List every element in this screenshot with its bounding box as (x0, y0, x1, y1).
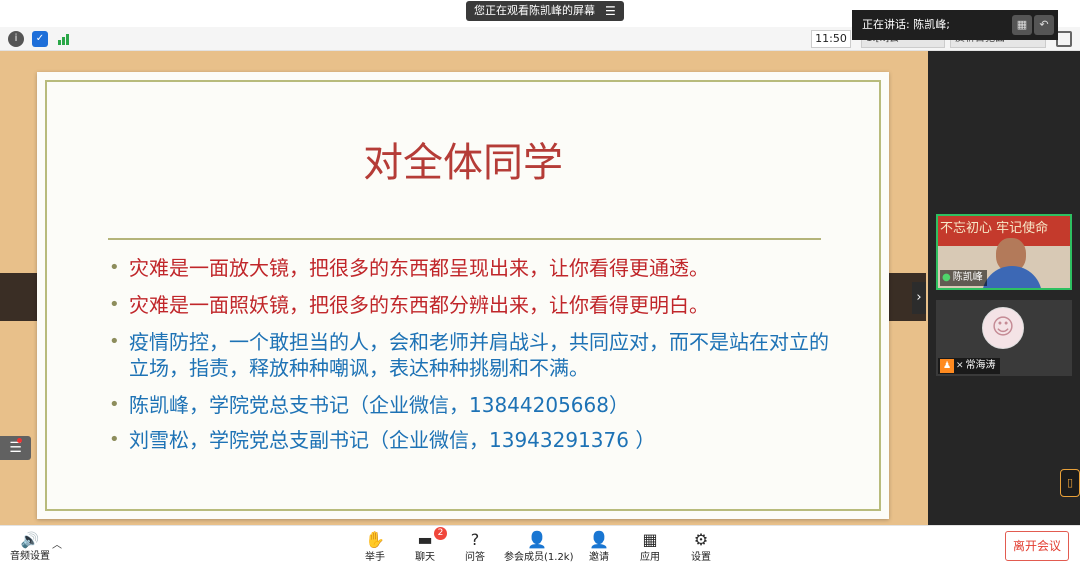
audio-settings-label: 音频设置 (10, 551, 50, 562)
settings-label: 设置 (691, 552, 711, 563)
slide-bullet-list: • 灾难是一面放大镜，把很多的东西都呈现出来，让你看得更通透。 • 灾难是一面照妖镜… (109, 255, 829, 464)
participant-name-tag: ♟ ✕ 常海涛 (938, 358, 1000, 374)
bullet-text: 灾难是一面放大镜，把很多的东西都呈现出来，让你看得更通透。 (129, 256, 709, 280)
bullet-dot-icon: • (109, 429, 120, 450)
participant-name: 常海涛 (965, 360, 996, 371)
chat-label: 聊天 (415, 552, 435, 563)
menu-icon[interactable]: ☰ (605, 1, 616, 21)
bullet-item: • 灾难是一面照妖镜，把很多的东西都分辨出来，让你看得更明白。 (109, 292, 829, 318)
lock-icon[interactable]: ▯ (1060, 469, 1080, 497)
avatar: ☺ (982, 307, 1024, 349)
slide-title: 对全体同学 (363, 140, 563, 186)
members-button[interactable]: 👤 参会成员(1.2k) (504, 529, 574, 565)
apps-button[interactable]: ▦ 应用 (634, 529, 666, 565)
video-tile-active-speaker[interactable]: 不忘初心 牢记使命 ● 陈凯峰 (936, 214, 1072, 290)
gear-icon: ⚙ (693, 530, 709, 549)
person-icon: 👤 (527, 530, 547, 549)
grid-view-icon[interactable]: ▦ (1012, 15, 1032, 35)
list-icon[interactable]: ☰ (0, 436, 31, 460)
active-speaker-box: 正在讲话: 陈凯峰; ▦ ↶ (852, 10, 1058, 40)
screen-share-notice-label: 您正在观看陈凯峰的屏幕 (474, 4, 595, 17)
bullet-item: • 疫情防控，一个敢担当的人，会和老师并肩战斗，共同应对，而不是站在对立的立场，指… (109, 329, 829, 381)
chat-button[interactable]: ▬ 2 聊天 (409, 527, 447, 565)
bullet-text: 灾难是一面照妖镜，把很多的东西都分辨出来，让你看得更明白。 (129, 293, 709, 317)
bullet-text: 刘雪松，学院党总支副书记（企业微信，13943291376 ） (129, 428, 656, 452)
bullet-text: 陈凯峰，学院党总支书记（企业微信，13844205668） (129, 393, 629, 417)
speaker-box-controls: ▦ ↶ (1012, 15, 1054, 35)
invite-label: 邀请 (589, 552, 609, 563)
presentation-slide: 对全体同学 • 灾难是一面放大镜，把很多的东西都呈现出来，让你看得更通透。 • 灾难… (37, 72, 889, 519)
person-icon: ♟ (940, 359, 954, 373)
meeting-window: 您正在观看陈凯峰的屏幕 ☰ 正在讲话: 陈凯峰; ▦ ↶ i ✓ 11:50 1… (0, 0, 1080, 570)
notification-dot (17, 438, 22, 443)
participant-video-panel: 不忘初心 牢记使命 ● 陈凯峰 ☺ ♟ ✕ 常海涛 ▯ (928, 51, 1080, 525)
bullet-dot-icon: • (109, 394, 120, 415)
shield-icon[interactable]: ✓ (32, 31, 48, 47)
audio-settings-button[interactable]: 🔊 音频设置 (8, 530, 52, 564)
chevron-right-icon[interactable]: › (912, 282, 926, 314)
microphone-icon: ● (942, 272, 951, 283)
signal-strength-icon[interactable] (56, 31, 72, 47)
bullet-item: • 刘雪松，学院党总支副书记（企业微信，13943291376 ） (109, 427, 829, 453)
participant-name: 陈凯峰 (952, 272, 983, 283)
chat-unread-badge: 2 (434, 527, 447, 540)
info-icon[interactable]: i (8, 31, 24, 47)
shared-screen-area: 对全体同学 • 灾难是一面放大镜，把很多的东西都呈现出来，让你看得更通透。 • 灾难… (0, 51, 928, 525)
active-speaker-label: 正在讲话: 陈凯峰; (862, 18, 950, 31)
invite-button[interactable]: 👤 邀请 (583, 529, 615, 565)
muted-microphone-icon: ✕ (956, 361, 964, 371)
chat-bubble-icon: ▬ 2 (409, 527, 447, 551)
apps-grid-icon: ▦ (642, 530, 658, 549)
screen-share-notice[interactable]: 您正在观看陈凯峰的屏幕 ☰ (466, 1, 624, 21)
bullet-item: • 陈凯峰，学院党总支书记（企业微信，13844205668） (109, 392, 829, 418)
question-icon: ? (470, 530, 480, 549)
meeting-clock: 11:50 (811, 30, 851, 48)
hand-icon: ✋ (365, 530, 385, 549)
add-user-icon: 👤 (589, 530, 609, 549)
qa-button[interactable]: ? 问答 (459, 529, 491, 565)
raise-hand-button[interactable]: ✋ 举手 (359, 529, 391, 565)
participant-name-tag: ● 陈凯峰 (940, 270, 987, 286)
bullet-item: • 灾难是一面放大镜，把很多的东西都呈现出来，让你看得更通透。 (109, 255, 829, 281)
settings-button[interactable]: ⚙ 设置 (685, 529, 717, 565)
leave-meeting-button[interactable]: 离开会议 (1005, 531, 1069, 561)
bullet-dot-icon: • (109, 294, 120, 315)
bullet-text: 疫情防控，一个敢担当的人，会和老师并肩战斗，共同应对，而不是站在对立的立场，指责… (129, 330, 829, 380)
apps-label: 应用 (640, 552, 660, 563)
chevron-up-icon[interactable]: ︿ (52, 536, 62, 551)
bullet-dot-icon: • (109, 257, 120, 278)
slide-divider (108, 238, 821, 240)
fullscreen-icon[interactable] (1056, 31, 1072, 47)
meeting-control-bar: 🔊 音频设置 ︿ ✋ 举手 ▬ 2 聊天 ? 问答 👤 参会成员(1.2k) 👤 … (0, 525, 1080, 570)
collapse-arrow-icon[interactable]: ↶ (1034, 15, 1054, 35)
raise-hand-label: 举手 (365, 552, 385, 563)
bullet-dot-icon: • (109, 331, 120, 352)
speaker-icon: 🔊 (20, 531, 40, 549)
members-label: 参会成员(1.2k) (504, 552, 574, 563)
qa-label: 问答 (465, 552, 485, 563)
video-tile-participant[interactable]: ☺ ♟ ✕ 常海涛 (936, 300, 1072, 376)
